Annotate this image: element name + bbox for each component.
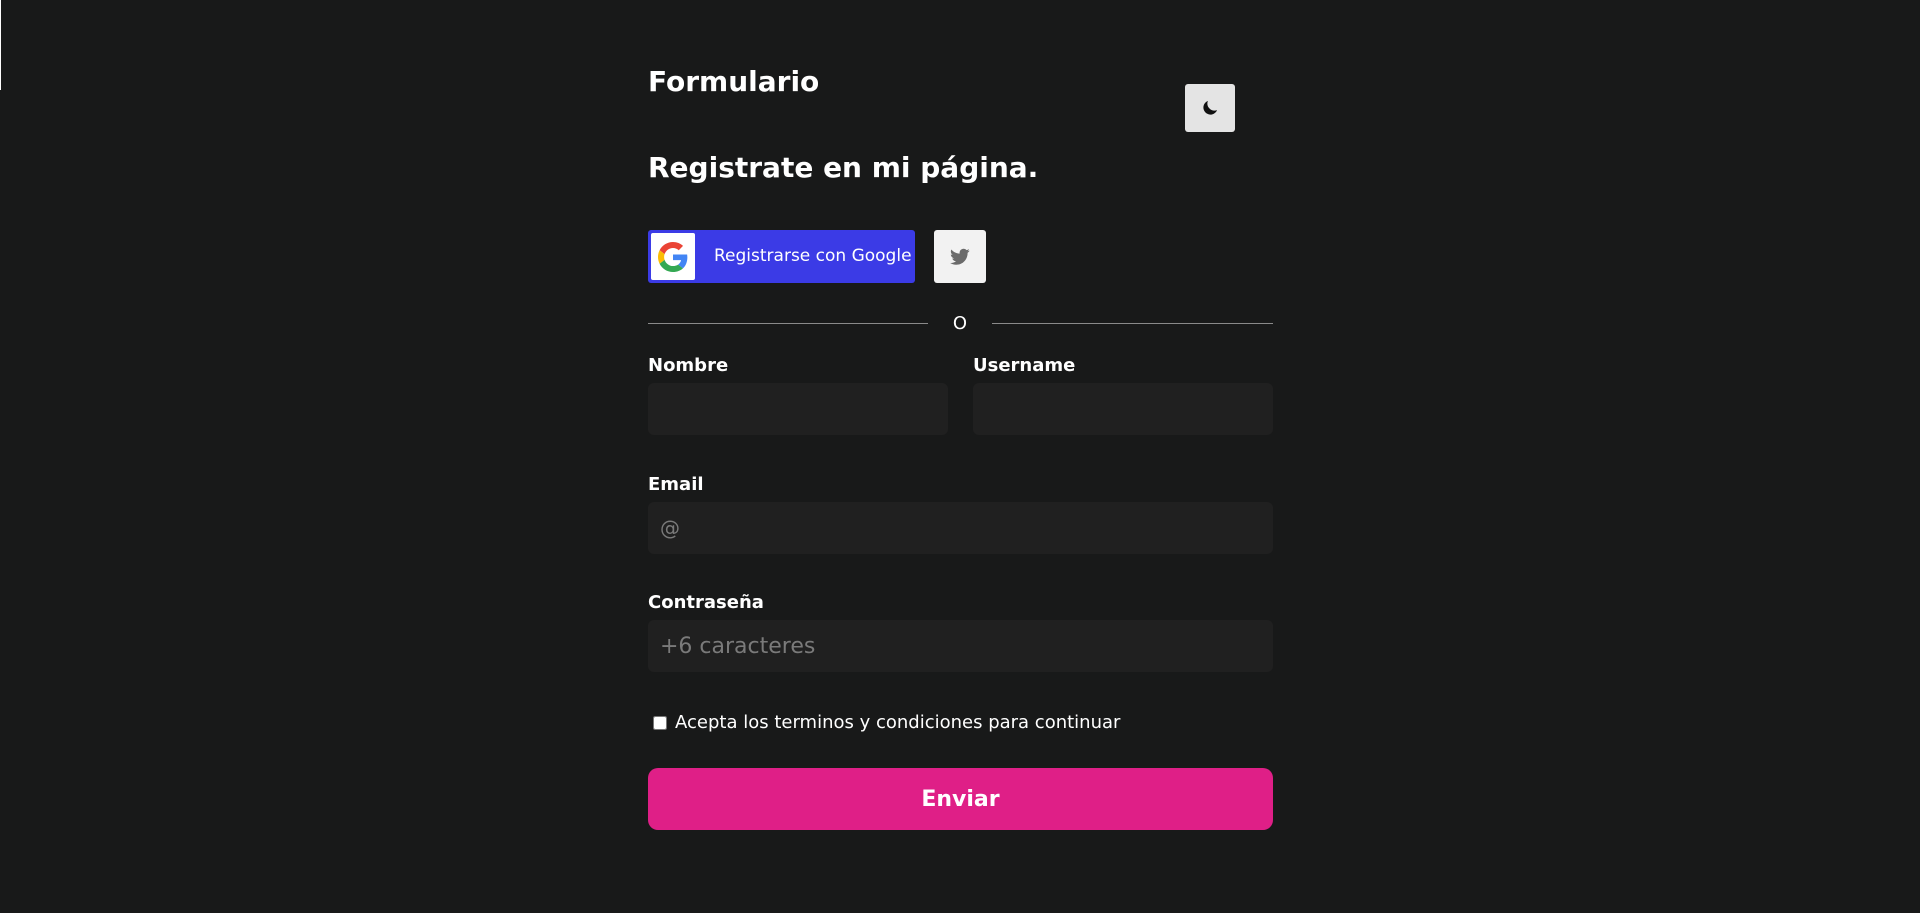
password-label: Contraseña	[648, 592, 764, 613]
google-signup-button[interactable]: Registrarse con Google	[648, 230, 915, 283]
moon-icon	[1203, 100, 1218, 115]
email-input[interactable]	[648, 502, 1273, 554]
password-input[interactable]	[648, 620, 1273, 672]
email-label: Email	[648, 474, 704, 495]
twitter-signup-button[interactable]	[934, 230, 986, 283]
terms-checkbox[interactable]	[653, 716, 667, 730]
nombre-input[interactable]	[648, 383, 948, 435]
divider-text: O	[952, 313, 968, 334]
theme-toggle-button[interactable]	[1185, 84, 1235, 132]
google-logo-icon	[651, 233, 695, 280]
twitter-bird-icon	[950, 248, 970, 265]
terms-label: Acepta los terminos y condiciones para c…	[675, 712, 1121, 733]
nombre-label: Nombre	[648, 355, 729, 376]
username-label: Username	[973, 355, 1076, 376]
form-subtitle: Registrate en mi página.	[648, 151, 1039, 184]
google-signup-label: Registrarse con Google	[714, 246, 912, 266]
page-title: Formulario	[648, 65, 820, 98]
divider-line-right	[992, 323, 1273, 324]
username-input[interactable]	[973, 383, 1273, 435]
window-edge-mark	[0, 0, 1, 90]
divider-line-left	[648, 323, 928, 324]
terms-row: Acepta los terminos y condiciones para c…	[653, 711, 1120, 735]
submit-button[interactable]: Enviar	[648, 768, 1273, 830]
page-background: Formulario Registrate en mi página. Regi…	[0, 0, 1920, 913]
